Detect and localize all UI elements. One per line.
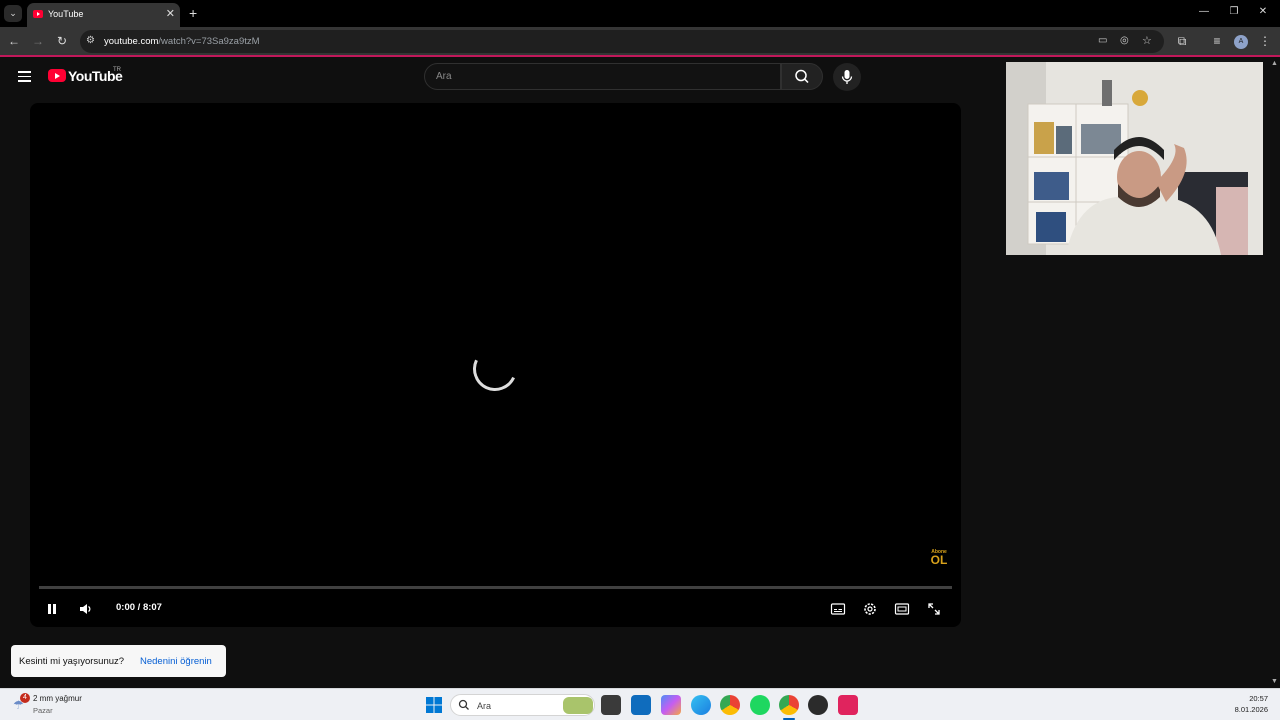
search-icon (795, 69, 809, 84)
voice-search-button[interactable] (833, 63, 861, 91)
scrollbar-up-arrow-icon[interactable]: ▲ (1271, 60, 1278, 67)
back-icon[interactable]: ← (7, 34, 21, 48)
browser-toolbar: ← → ↻ ⚙ youtube.com/watch?v=73Sa9za9tzM … (0, 27, 1280, 57)
volume-button[interactable] (75, 599, 95, 619)
theater-mode-button[interactable] (892, 599, 912, 619)
search-highlight-icon (563, 697, 593, 714)
obs-icon[interactable] (808, 695, 828, 715)
search-box[interactable] (424, 63, 781, 90)
webcam-person-image (1006, 62, 1263, 255)
scrollbar-down-arrow-icon[interactable]: ▼ (1271, 678, 1278, 685)
new-tab-icon[interactable]: + (189, 5, 197, 21)
toast-learn-more-link[interactable]: Nedenini öğrenin (140, 656, 212, 667)
chrome-icon[interactable] (720, 695, 740, 715)
taskbar-search-icon (458, 699, 469, 710)
profile-avatar[interactable]: A (1234, 35, 1248, 49)
fullscreen-icon (928, 603, 940, 615)
settings-button[interactable] (860, 599, 880, 619)
search-button[interactable] (781, 63, 823, 90)
loading-spinner-icon (466, 340, 524, 398)
cast-icon[interactable]: ▭ (1098, 35, 1107, 46)
theater-mode-icon (894, 603, 910, 615)
pocket-icon[interactable] (838, 695, 858, 715)
media-controls-icon[interactable]: ≡ (1210, 34, 1224, 48)
extensions-icon[interactable]: ⧉ (1175, 34, 1189, 48)
site-info-icon[interactable]: ⚙ (86, 35, 95, 46)
system-clock[interactable]: 20:57 8.01.2026 (1235, 693, 1268, 715)
search-input[interactable] (436, 71, 756, 82)
progress-bar[interactable] (39, 586, 952, 589)
chrome-active-icon[interactable] (779, 695, 799, 715)
taskbar-search[interactable]: Ara (450, 694, 595, 716)
webcam-overlay (1006, 62, 1263, 255)
tab-title: YouTube (48, 9, 84, 19)
minimize-icon[interactable]: — (1197, 6, 1211, 17)
start-button[interactable] (424, 695, 444, 715)
video-player[interactable]: Abone OL 0:00 / 8:07 (30, 103, 961, 627)
settings-gear-icon (864, 603, 876, 615)
time-display: 0:00 / 8:07 (116, 602, 162, 613)
time-separator: / (135, 602, 143, 613)
time-current: 0:00 (116, 602, 136, 613)
weather-day: Pazar (33, 706, 53, 715)
copilot-icon[interactable] (661, 695, 681, 715)
url-path: /watch?v=73Sa9za9tzM (158, 36, 260, 47)
weather-notification-badge: 4 (20, 693, 30, 703)
pause-icon (48, 604, 56, 614)
chrome-menu-icon[interactable]: ⋮ (1258, 34, 1272, 48)
url-text: youtube.com/watch?v=73Sa9za9tzM (104, 36, 260, 47)
window-close-icon[interactable]: ✕ (1256, 6, 1270, 17)
taskbar-search-label: Ara (477, 701, 492, 711)
clock-time: 20:57 (1249, 694, 1268, 703)
tab-search-chevron-icon[interactable]: ⌄ (4, 5, 22, 22)
tab-close-icon[interactable]: ✕ (166, 7, 175, 20)
windows-logo-icon (426, 697, 442, 713)
edge-icon[interactable] (691, 695, 711, 715)
youtube-header: YouTube TR (0, 59, 1000, 95)
time-total: 8:07 (142, 602, 162, 613)
toast-message: Kesinti mi yaşıyorsunuz? (19, 656, 125, 667)
eye-off-icon[interactable]: ◎ (1120, 35, 1129, 46)
outage-toast: Kesinti mi yaşıyorsunuz? Nedenini öğreni… (11, 645, 226, 677)
pause-button[interactable] (42, 599, 62, 619)
browser-tab-strip: ⌄ YouTube ✕ + — ❐ ✕ (0, 0, 1280, 27)
weather-text[interactable]: 2 mm yağmur (33, 694, 82, 703)
task-view-icon[interactable] (601, 695, 621, 715)
restore-icon[interactable]: ❐ (1227, 6, 1241, 17)
hamburger-menu-icon[interactable] (18, 71, 31, 82)
spotify-icon[interactable] (750, 695, 770, 715)
subtitles-icon (830, 603, 846, 615)
subscribe-watermark[interactable]: Abone OL (925, 549, 953, 573)
region-code: TR (113, 67, 121, 73)
windows-taskbar: ☂ 4 2 mm yağmur Pazar Ara 20:57 8.01.202… (0, 688, 1280, 720)
reload-icon[interactable]: ↻ (55, 34, 69, 48)
youtube-logo-icon[interactable] (48, 69, 66, 82)
watermark-line2: OL (930, 553, 948, 567)
clock-date: 8.01.2026 (1234, 705, 1268, 714)
browser-tab-youtube[interactable]: YouTube ✕ (27, 3, 180, 27)
fullscreen-button[interactable] (924, 599, 944, 619)
address-bar[interactable]: ⚙ youtube.com/watch?v=73Sa9za9tzM ▭ ◎ ☆ (80, 30, 1164, 53)
forward-icon[interactable]: → (31, 34, 45, 48)
bookmark-star-icon[interactable]: ☆ (1142, 34, 1152, 47)
volume-icon (80, 604, 91, 614)
subtitles-button[interactable] (828, 599, 848, 619)
youtube-favicon-icon (33, 10, 43, 18)
url-host: youtube.com (104, 36, 159, 47)
microphone-icon (841, 70, 853, 84)
outlook-icon[interactable] (631, 695, 651, 715)
